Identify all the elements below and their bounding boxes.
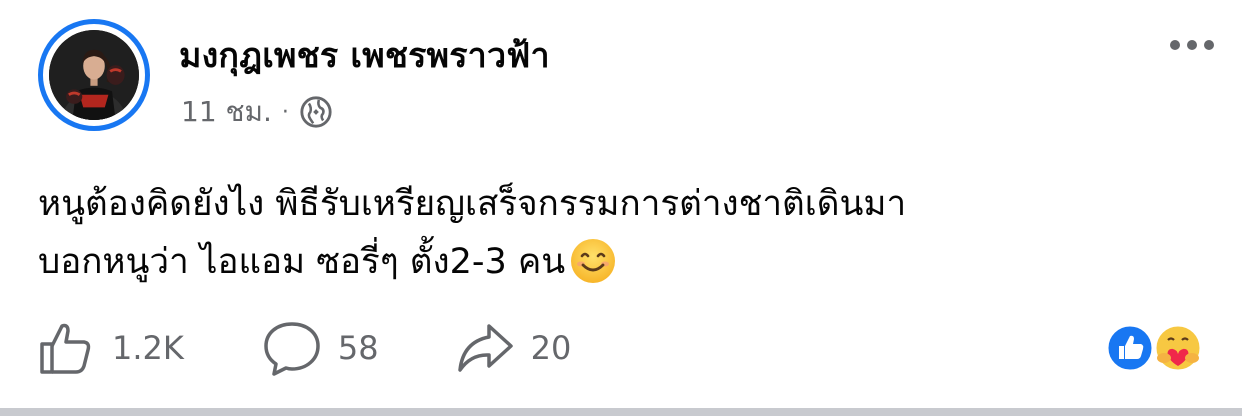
like-reaction-icon — [1106, 323, 1155, 373]
comment-count: 58 — [337, 329, 379, 367]
post-text: หนูต้องคิดยังไง พิธีรับเหรียญเสร็จกรรมกา… — [38, 175, 1218, 291]
more-options-button[interactable] — [1170, 40, 1214, 50]
share-arrow-icon — [457, 324, 513, 372]
like-button[interactable]: 1.2K — [36, 318, 184, 378]
smiling-face-emoji-icon — [571, 239, 616, 283]
share-count: 20 — [530, 329, 572, 367]
share-button[interactable]: 20 — [455, 318, 572, 378]
dot-icon — [1187, 40, 1197, 50]
post-meta: 11 ชม. · — [181, 90, 333, 134]
post-text-line: หนูต้องคิดยังไง พิธีรับเหรียญเสร็จกรรมกา… — [38, 184, 907, 224]
care-reaction-icon — [1153, 323, 1203, 373]
profile-photo — [49, 30, 139, 120]
divider — [0, 408, 1242, 416]
reactions-summary[interactable] — [1106, 322, 1206, 374]
post-time[interactable]: 11 ชม. — [181, 90, 272, 134]
post-actions: 1.2K 58 20 — [36, 318, 571, 378]
avatar[interactable] — [38, 19, 150, 131]
comment-icon — [264, 322, 320, 376]
comment-button[interactable]: 58 — [262, 318, 379, 378]
dot-icon — [1170, 40, 1180, 50]
dot-icon — [1204, 40, 1214, 50]
globe-icon — [300, 96, 332, 128]
thumbs-up-icon — [40, 323, 91, 374]
meta-separator: · — [281, 99, 289, 125]
post-text-line: บอกหนูว่า ไอแอม ซอรี่ๆ ตั้ง2-3 คน — [38, 233, 1218, 291]
author-name[interactable]: มงกุฎเพชร เพชรพราวฟ้า — [179, 28, 550, 82]
like-count: 1.2K — [112, 329, 184, 367]
